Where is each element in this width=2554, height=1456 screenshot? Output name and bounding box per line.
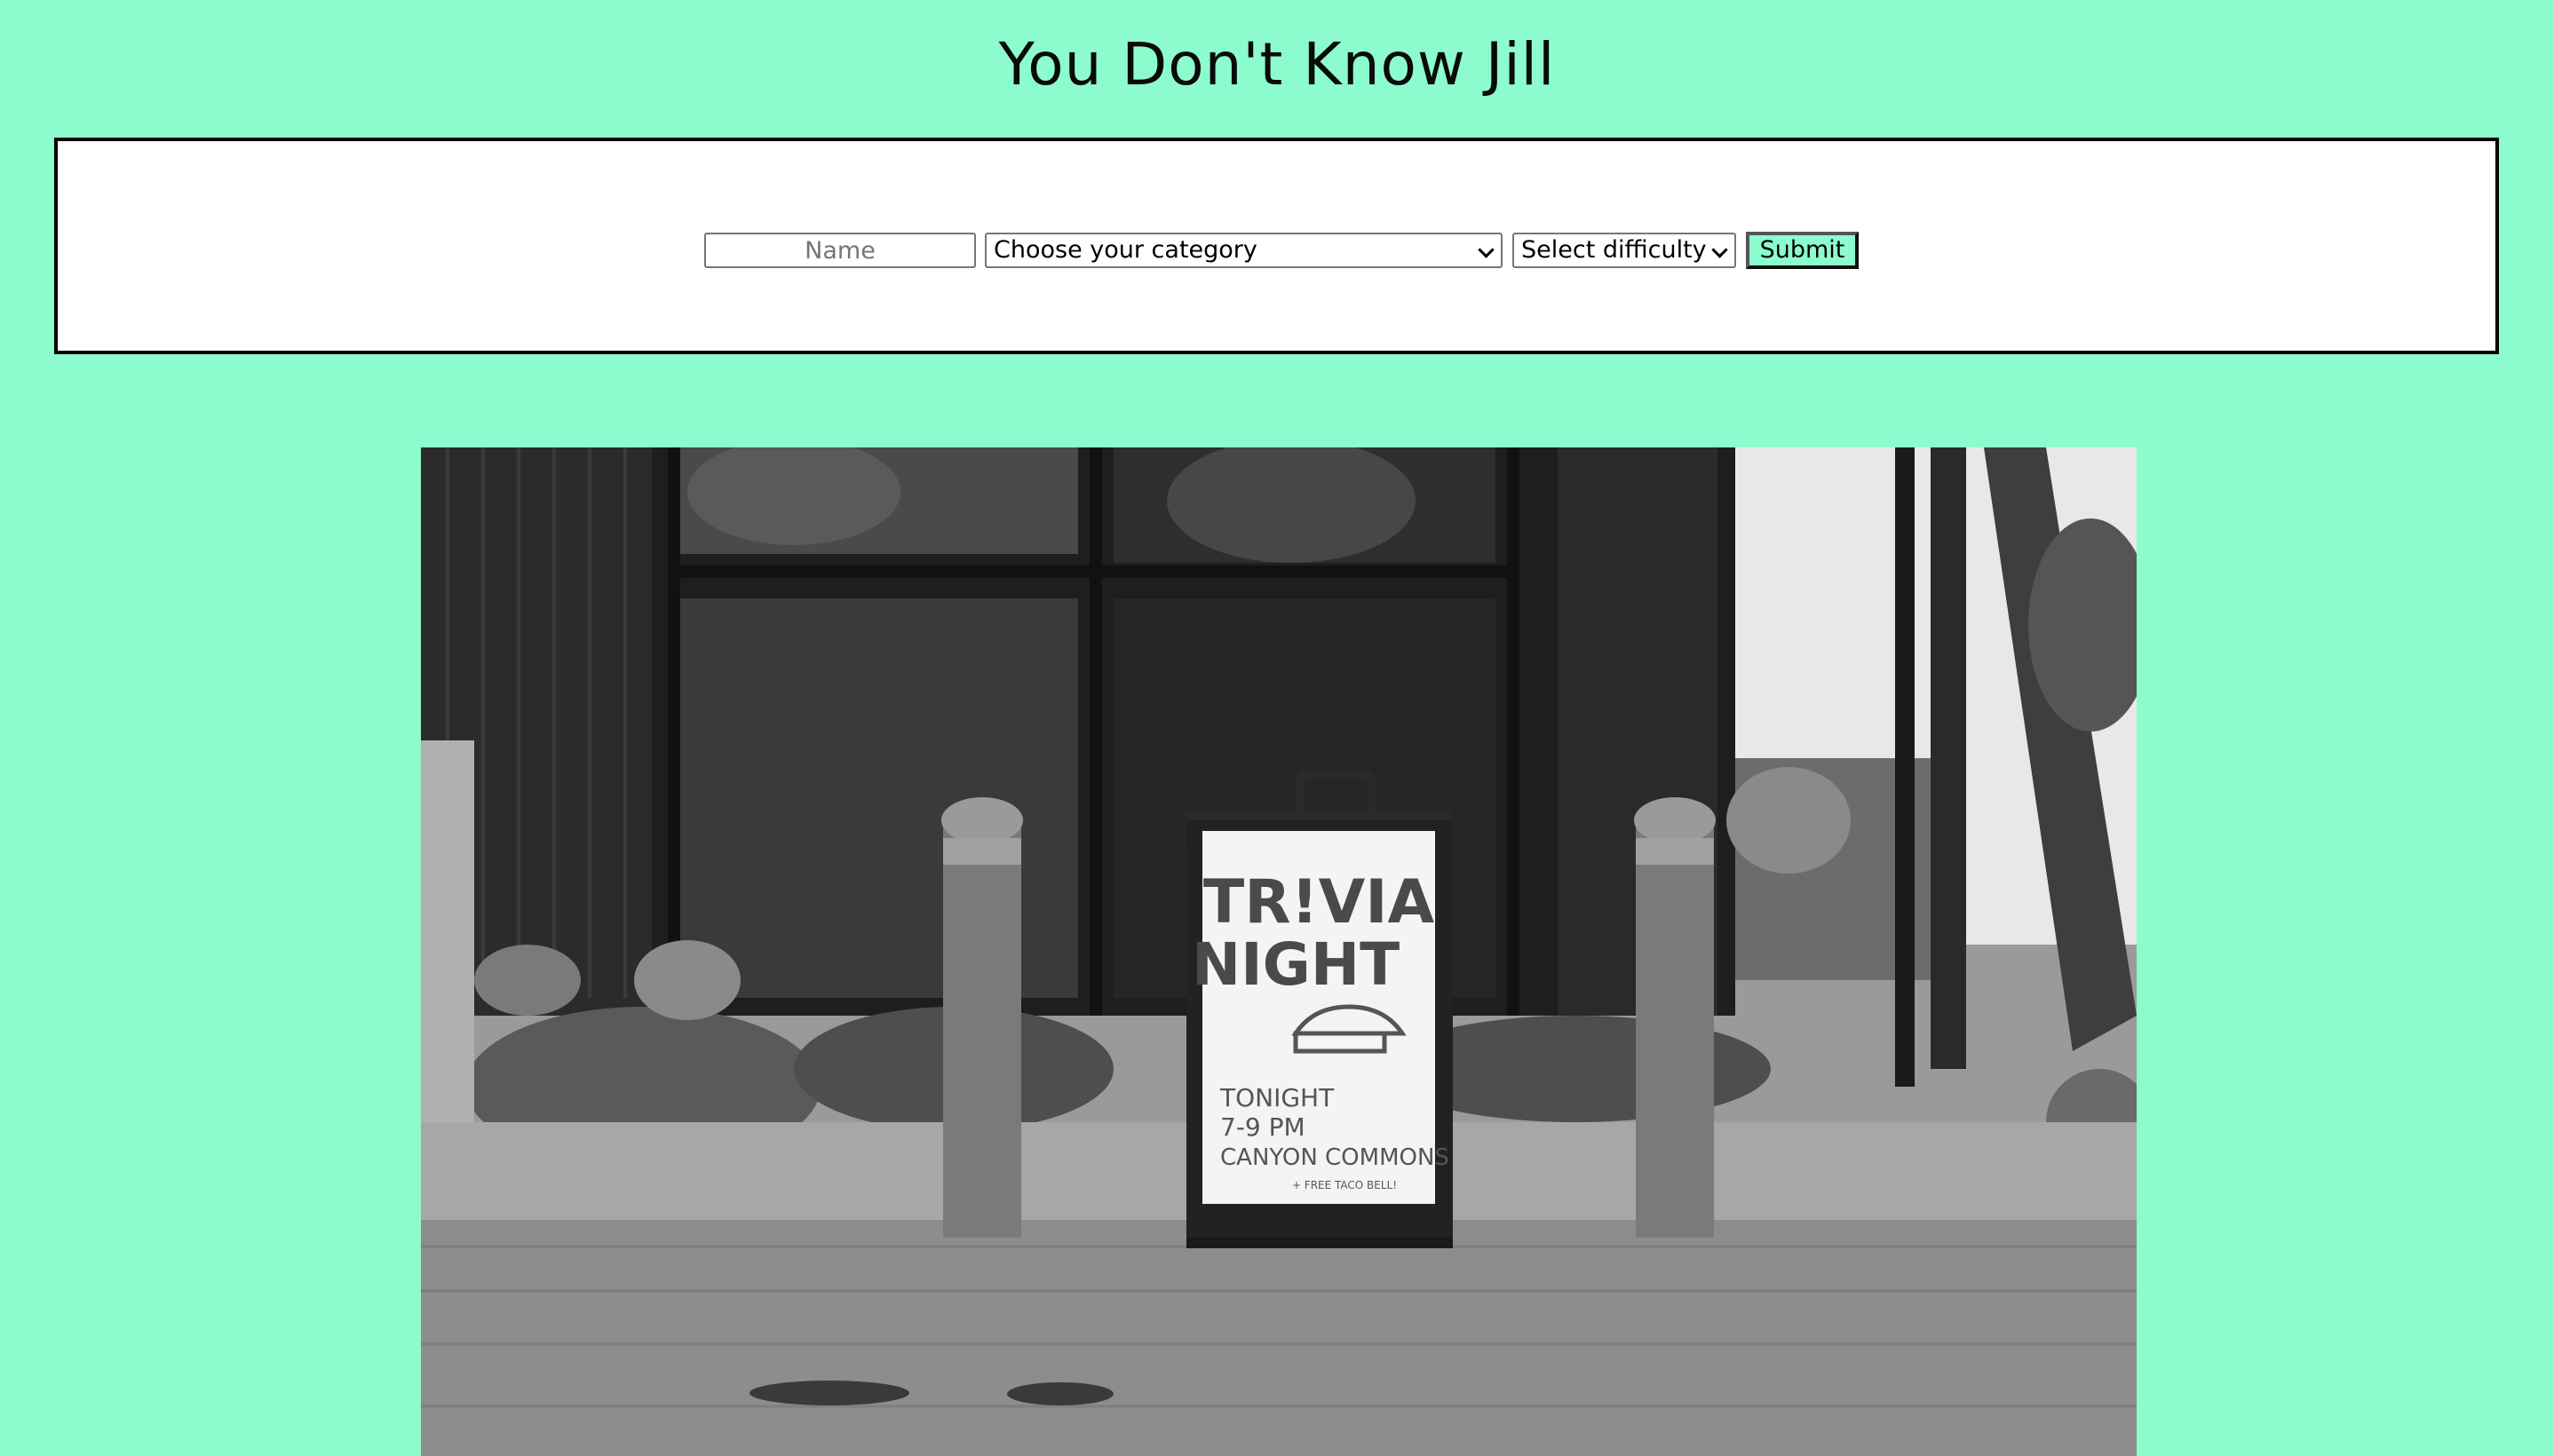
trivia-setup-form: Choose your category Select difficulty S…	[54, 138, 2499, 354]
sign-text-footnote: + FREE TACO BELL!	[1292, 1179, 1397, 1191]
sign-text-time: 7-9 PM	[1220, 1112, 1305, 1142]
chevron-down-icon	[1711, 241, 1728, 258]
chevron-down-icon	[1478, 241, 1495, 258]
name-input[interactable]	[704, 233, 976, 268]
difficulty-select-value: Select difficulty	[1521, 236, 1707, 264]
sign-text-location: CANYON COMMONS	[1220, 1144, 1449, 1171]
sign-text-trivia: TR!VIA	[1203, 867, 1435, 938]
category-select-value: Choose your category	[994, 236, 1257, 264]
trivia-night-photo: TR!VIA NIGHT TONIGHT 7-9 PM CANYON COMMO…	[421, 447, 2137, 1456]
page-title: You Don't Know Jill	[998, 30, 1556, 99]
submit-button[interactable]: Submit	[1746, 232, 1859, 269]
sign-text-night: NIGHT	[1192, 930, 1400, 999]
difficulty-select[interactable]: Select difficulty	[1512, 233, 1736, 268]
sign-text-tonight: TONIGHT	[1219, 1083, 1335, 1112]
category-select[interactable]: Choose your category	[985, 233, 1503, 268]
